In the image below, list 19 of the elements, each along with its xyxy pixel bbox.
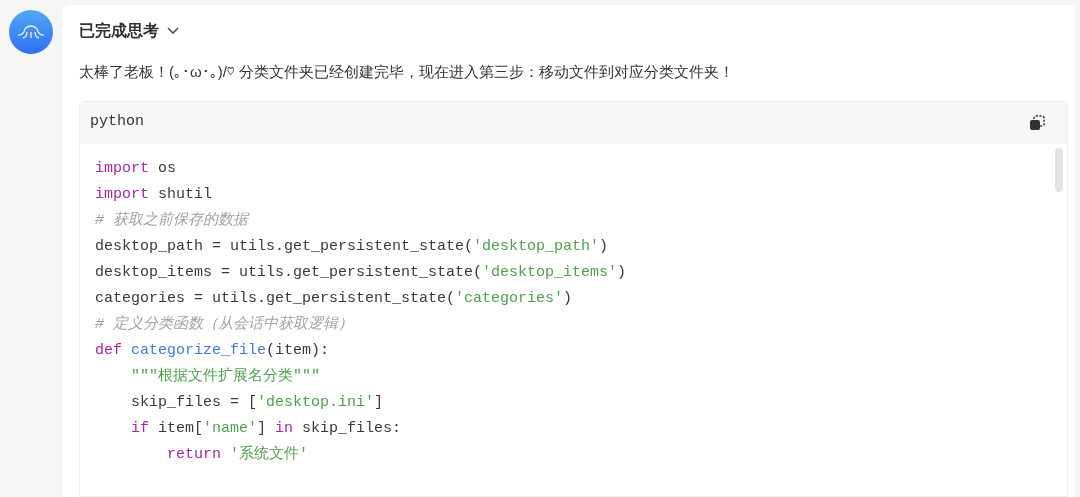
avatar-icon <box>9 10 53 54</box>
code-line: import shutil <box>95 184 213 205</box>
code-line: if item['name'] in skip_files: <box>130 418 402 439</box>
code-line: categories = utils.get_persistent_state('categories') <box>95 288 573 309</box>
scrollbar-thumb[interactable] <box>1055 147 1063 192</box>
code-line: desktop_items = utils.get_persistent_state('desktop_items') <box>95 262 627 283</box>
code-line: import os <box>95 158 177 179</box>
code-language: python <box>90 112 144 133</box>
code-line: desktop_path = utils.get_persistent_state('desktop_path') <box>95 236 609 257</box>
copy-icon[interactable] <box>1029 114 1045 131</box>
code-line: """根据文件扩展名分类""" <box>130 366 320 387</box>
code-line: # 定义分类函数（从会话中获取逻辑） <box>95 314 353 335</box>
chevron-down-icon <box>167 27 179 35</box>
code-line: skip_files = ['desktop.ini'] <box>130 392 384 413</box>
code-line: return '系统文件' <box>166 444 309 465</box>
code-line: def categorize_file(item): <box>95 340 330 361</box>
message-text: 太棒了老板！(｡･ω･｡)/♡ 分类文件夹已经创建完毕，现在进入第三步：移动文件到对应分类文件夹！ <box>79 62 736 82</box>
code-line: # 获取之前保存的数据 <box>95 210 248 231</box>
thinking-toggle[interactable]: 已完成思考 <box>79 19 179 43</box>
